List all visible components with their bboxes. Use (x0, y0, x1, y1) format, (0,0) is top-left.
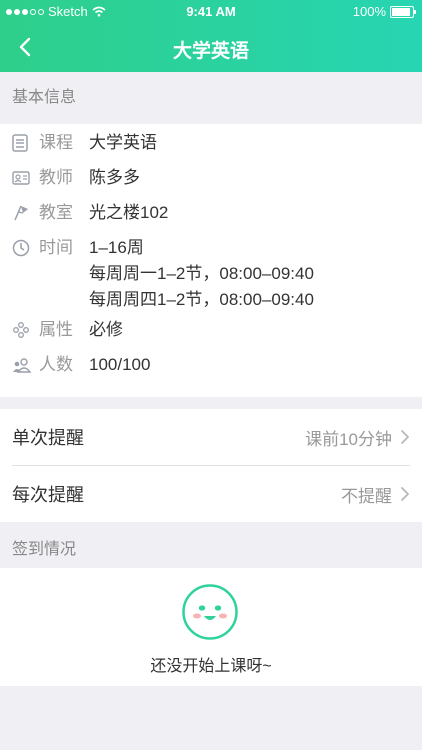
info-value-multiline: 1–16周 每周周一1–2节，08:00–09:40 每周周四1–2节，08:0… (89, 235, 314, 313)
battery-info: 100% (352, 4, 416, 19)
info-label: 课程 (39, 133, 73, 152)
signin-card: 还没开始上课呀~ (0, 568, 422, 686)
info-label: 属性 (39, 320, 73, 339)
single-reminder-row[interactable]: 单次提醒 课前10分钟 (0, 409, 422, 465)
info-label: 教师 (39, 168, 73, 187)
people-icon (12, 352, 34, 378)
battery-icon (390, 5, 416, 18)
attribute-icon (12, 317, 34, 343)
clock-icon (12, 235, 34, 261)
basic-info-card: 课程 大学英语 教师 陈多多 教室 光之楼102 时间 1–16周 每周周一1–… (0, 124, 422, 397)
time-slot-2: 每周周四1–2节，08:00–09:40 (89, 290, 314, 309)
status-bar: Sketch 9:41 AM 100% (0, 0, 422, 24)
info-label: 教室 (39, 203, 73, 222)
battery-percent: 100% (352, 4, 386, 19)
chevron-right-icon (401, 487, 409, 501)
app-header: Sketch 9:41 AM 100% 大学英语 (0, 0, 422, 72)
section-signin-title: 签到情况 (12, 541, 77, 558)
info-value: 陈多多 (89, 168, 140, 187)
info-label: 时间 (39, 238, 73, 257)
info-row-teacher: 教师 陈多多 (0, 165, 422, 200)
info-row-time: 时间 1–16周 每周周一1–2节，08:00–09:40 每周周四1–2节，0… (0, 235, 422, 317)
id-card-icon (12, 165, 34, 191)
book-icon (12, 130, 34, 156)
smiley-face-icon (182, 584, 238, 640)
every-reminder-label: 每次提醒 (12, 485, 84, 505)
info-row-classroom: 教室 光之楼102 (0, 200, 422, 235)
info-value: 100/100 (89, 355, 151, 374)
single-reminder-value: 课前10分钟 (305, 429, 392, 449)
page-title: 大学英语 (172, 41, 249, 62)
time-weeks: 1–16周 (89, 238, 144, 257)
reminder-list: 单次提醒 课前10分钟 每次提醒 不提醒 (0, 409, 422, 522)
info-value: 必修 (89, 320, 123, 339)
info-value: 大学英语 (89, 133, 157, 152)
nav-bar: 大学英语 (0, 24, 422, 72)
every-reminder-row[interactable]: 每次提醒 不提醒 (0, 466, 422, 522)
time-slot-1: 每周周一1–2节，08:00–09:40 (89, 264, 314, 283)
every-reminder-value: 不提醒 (341, 486, 392, 506)
flag-icon (12, 200, 34, 226)
info-label: 人数 (39, 355, 73, 374)
info-value: 光之楼102 (89, 203, 169, 222)
info-row-people: 人数 100/100 (0, 352, 422, 387)
single-reminder-label: 单次提醒 (12, 428, 84, 448)
info-row-attribute: 属性 必修 (0, 317, 422, 352)
empty-state-text: 还没开始上课呀~ (150, 658, 272, 675)
chevron-right-icon (401, 430, 409, 444)
info-row-course: 课程 大学英语 (0, 130, 422, 165)
section-basic-info-title: 基本信息 (12, 89, 77, 106)
